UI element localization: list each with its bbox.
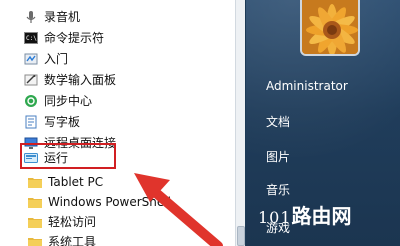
menu-item-label: 录音机	[44, 10, 81, 24]
folder-ease-of-access[interactable]: 轻松访问	[0, 211, 236, 232]
wordpad-icon	[24, 115, 38, 129]
watermark-number: 101	[258, 208, 292, 227]
cmd-icon: C:\	[24, 31, 38, 45]
menu-item-sound-recorder[interactable]: 录音机	[0, 6, 236, 27]
menu-item-getting-started[interactable]: 入门	[0, 48, 236, 69]
folder-windows-powershell[interactable]: Windows PowerShell	[0, 191, 236, 212]
menu-item-label: 同步中心	[44, 94, 93, 108]
menu-item-command-prompt[interactable]: C:\ 命令提示符	[0, 27, 236, 48]
microphone-icon	[24, 10, 38, 24]
run-highlight-box	[20, 143, 116, 169]
right-item-user[interactable]: Administrator	[266, 79, 348, 93]
folder-system-tools[interactable]: 系统工具	[0, 231, 236, 246]
programs-scrollbar[interactable]	[235, 0, 245, 246]
right-item-pictures[interactable]: 图片	[266, 148, 290, 165]
folder-label: Tablet PC	[48, 174, 104, 189]
menu-item-label: 入门	[44, 52, 69, 66]
folder-icon	[28, 176, 42, 188]
menu-item-label: 数学输入面板	[44, 73, 117, 87]
scrollbar-thumb[interactable]	[237, 226, 245, 246]
menu-item-label: 命令提示符	[44, 31, 105, 45]
svg-text:C:\: C:\	[26, 35, 37, 42]
folder-icon	[28, 236, 42, 246]
user-avatar[interactable]	[300, 0, 360, 56]
all-programs-panel: 录音机 C:\ 命令提示符 入门 数学输入面板 同步中心 写字板 远程桌面连接 …	[0, 0, 245, 246]
folder-label: 系统工具	[48, 235, 97, 246]
menu-item-label: 写字板	[44, 115, 81, 129]
getting-started-icon	[24, 52, 38, 66]
menu-item-math-input[interactable]: 数学输入面板	[0, 69, 236, 90]
folder-label: Windows PowerShell	[48, 194, 171, 209]
folder-icon	[28, 216, 42, 228]
sync-center-icon	[24, 94, 38, 108]
math-input-icon	[24, 73, 38, 87]
menu-item-wordpad[interactable]: 写字板	[0, 111, 236, 132]
folder-icon	[28, 196, 42, 208]
folder-tablet-pc[interactable]: Tablet PC	[0, 171, 236, 192]
right-item-music[interactable]: 音乐	[266, 181, 290, 198]
menu-item-sync-center[interactable]: 同步中心	[0, 90, 236, 111]
right-item-documents[interactable]: 文档	[266, 113, 290, 130]
watermark: 101路由网	[258, 200, 352, 229]
folder-label: 轻松访问	[48, 215, 97, 229]
watermark-text: 路由网	[291, 204, 352, 228]
